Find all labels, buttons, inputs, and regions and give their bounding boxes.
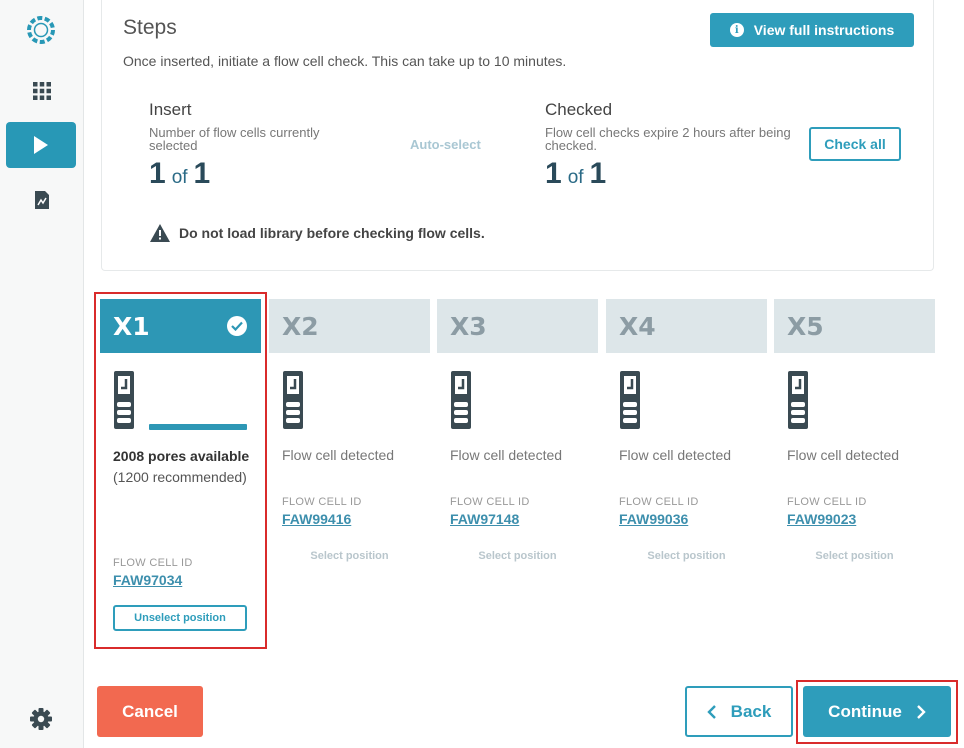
position-label: X5 xyxy=(787,311,824,341)
insert-count-of: of xyxy=(171,167,188,188)
pores-recommended: (1200 recommended) xyxy=(113,469,247,485)
flow-cell-icon xyxy=(451,371,471,429)
flow-cell-icon xyxy=(788,371,808,429)
warning-icon xyxy=(150,224,170,242)
check-icon xyxy=(227,316,247,336)
warning-text: Do not load library before checking flow… xyxy=(179,225,485,241)
select-position-button[interactable]: Select position xyxy=(774,550,935,562)
flow-cell-id-label: FLOW CELL ID xyxy=(113,557,193,569)
position-card-x2[interactable]: X2 Flow cell detected FLOW CELL ID FAW99… xyxy=(269,299,430,579)
position-card-x1[interactable]: X1 2008 pores available (1200 recommende… xyxy=(100,299,261,639)
flow-cell-id-label: FLOW CELL ID xyxy=(282,496,362,508)
chevron-right-icon xyxy=(916,704,926,719)
play-icon xyxy=(34,136,48,154)
flow-cell-status: Flow cell detected xyxy=(619,447,732,463)
pores-available: 2008 pores available xyxy=(113,448,250,464)
select-position-button[interactable]: Select position xyxy=(269,550,430,562)
insert-count: 1 of 1 xyxy=(149,157,210,191)
position-label: X2 xyxy=(282,311,319,341)
flow-cell-id-link[interactable]: FAW99036 xyxy=(619,511,688,527)
checked-count-of: of xyxy=(567,167,584,188)
continue-button[interactable]: Continue xyxy=(803,686,951,737)
insert-count-total: 1 xyxy=(193,157,211,190)
flow-cell-id-link[interactable]: FAW97148 xyxy=(450,511,519,527)
back-button[interactable]: Back xyxy=(685,686,793,737)
checked-count-value: 1 xyxy=(545,157,562,190)
sidebar xyxy=(0,0,84,748)
position-card-x5[interactable]: X5 Flow cell detected FLOW CELL ID FAW99… xyxy=(774,299,935,579)
flow-cell-id-link[interactable]: FAW97034 xyxy=(113,572,182,588)
view-full-instructions-button[interactable]: i View full instructions xyxy=(710,13,914,47)
steps-title: Steps xyxy=(123,16,177,39)
position-header: X2 xyxy=(269,299,430,353)
steps-card: Steps Once inserted, initiate a flow cel… xyxy=(101,0,934,271)
pores-info: 2008 pores available (1200 recommended) xyxy=(113,446,253,488)
sidebar-item-grid[interactable] xyxy=(0,68,84,114)
pore-availability-bar xyxy=(149,424,247,430)
flow-cell-id-link[interactable]: FAW99416 xyxy=(282,511,351,527)
insert-title: Insert xyxy=(149,100,192,119)
position-header: X4 xyxy=(606,299,767,353)
position-label: X3 xyxy=(450,311,487,341)
check-all-button[interactable]: Check all xyxy=(809,127,901,161)
info-icon: i xyxy=(729,23,744,37)
flow-cell-status: Flow cell detected xyxy=(450,447,563,463)
sidebar-item-play[interactable] xyxy=(6,122,76,168)
unselect-position-button[interactable]: Unselect position xyxy=(113,605,247,631)
steps-subtitle: Once inserted, initiate a flow cell chec… xyxy=(123,53,567,69)
flow-cell-status: Flow cell detected xyxy=(282,447,395,463)
view-button-label: View full instructions xyxy=(753,22,895,38)
flow-cell-id-label: FLOW CELL ID xyxy=(619,496,699,508)
checked-count-total: 1 xyxy=(589,157,607,190)
flow-cell-icon xyxy=(114,371,134,429)
flow-cell-status: Flow cell detected xyxy=(787,447,900,463)
grid-icon xyxy=(33,82,51,100)
position-label: X4 xyxy=(619,311,656,341)
flow-cell-icon xyxy=(283,371,303,429)
warning-message: Do not load library before checking flow… xyxy=(149,223,485,243)
flow-cell-id-link[interactable]: FAW99023 xyxy=(787,511,856,527)
sidebar-item-report[interactable] xyxy=(0,177,84,223)
select-position-button[interactable]: Select position xyxy=(437,550,598,562)
report-icon xyxy=(35,191,49,209)
position-card-x3[interactable]: X3 Flow cell detected FLOW CELL ID FAW97… xyxy=(437,299,598,579)
cancel-button[interactable]: Cancel xyxy=(97,686,203,737)
position-label: X1 xyxy=(113,311,150,341)
auto-select-link[interactable]: Auto-select xyxy=(410,137,481,152)
position-header: X5 xyxy=(774,299,935,353)
checked-description: Flow cell checks expire 2 hours after be… xyxy=(545,125,791,153)
insert-count-value: 1 xyxy=(149,157,166,190)
checked-title: Checked xyxy=(545,100,613,119)
flow-cell-id-label: FLOW CELL ID xyxy=(450,496,530,508)
checked-count: 1 of 1 xyxy=(545,157,606,191)
position-header: X1 xyxy=(100,299,261,353)
select-position-button[interactable]: Select position xyxy=(606,550,767,562)
chevron-left-icon xyxy=(706,704,716,719)
position-card-x4[interactable]: X4 Flow cell detected FLOW CELL ID FAW99… xyxy=(606,299,767,579)
insert-description: Number of flow cells currently selected xyxy=(149,125,320,153)
continue-button-label: Continue xyxy=(828,701,902,721)
gear-icon[interactable] xyxy=(28,706,54,732)
ring-logo-icon[interactable] xyxy=(24,13,58,47)
position-header: X3 xyxy=(437,299,598,353)
flow-cell-icon xyxy=(620,371,640,429)
flow-cell-id-label: FLOW CELL ID xyxy=(787,496,867,508)
back-button-label: Back xyxy=(730,701,772,721)
